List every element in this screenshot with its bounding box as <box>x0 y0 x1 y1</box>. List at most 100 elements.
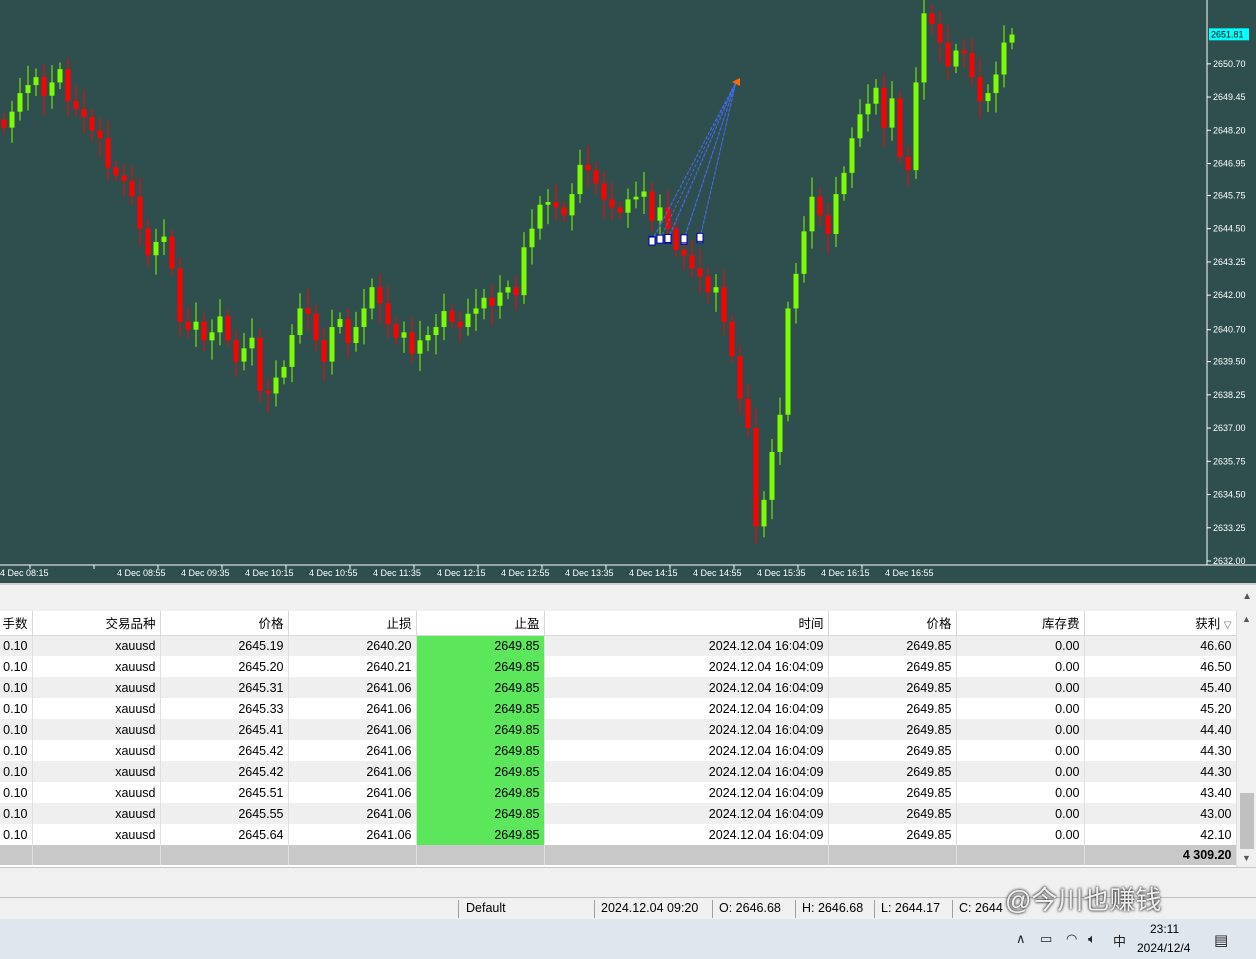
cell-swap: 0.00 <box>956 635 1085 656</box>
trade-rows: 0.10 xauusd 2645.19 2640.20 2649.85 2024.12.0… <box>0 635 1237 865</box>
candle-body <box>585 164 591 171</box>
y-tick-label: 2645.75 <box>1213 190 1246 200</box>
candle-body <box>249 337 255 349</box>
y-tick-label: 2649.45 <box>1213 92 1246 102</box>
cell-take-profit: 2649.85 <box>416 635 545 656</box>
total-empty-cell <box>544 845 829 865</box>
notification-icon[interactable]: ▤ <box>1214 931 1228 949</box>
cell-close-time: 2024.12.04 16:04:09 <box>544 803 829 824</box>
candle-body <box>73 101 79 110</box>
table-row[interactable]: 0.10 xauusd 2645.42 2641.06 2649.85 2024.12.0… <box>0 761 1237 782</box>
candle-body <box>225 316 231 341</box>
candle-body <box>1 119 7 128</box>
candle-body <box>457 321 463 328</box>
trade-connector-line <box>651 81 737 242</box>
cell-volume: 0.10 <box>0 761 33 782</box>
price-chart[interactable]: 2650.70 2649.45 2648.20 2646.95 2645.75 2644.… <box>0 0 1256 583</box>
col-header-profit[interactable]: 获利 ▽ <box>1084 611 1237 636</box>
watermark-text: @今川也赚钱 <box>1005 885 1162 915</box>
candle-body <box>929 13 935 24</box>
candle-body <box>529 228 535 248</box>
table-row[interactable]: 0.10 xauusd 2645.20 2640.21 2649.85 2024.12.0… <box>0 656 1237 677</box>
candle-body <box>41 77 47 96</box>
candle-body <box>761 499 767 527</box>
candle-body <box>489 297 495 306</box>
scroll-down-arrow-icon[interactable]: ▼ <box>1242 853 1251 863</box>
candle-body <box>273 377 279 394</box>
table-row[interactable]: 0.10 xauusd 2645.41 2641.06 2649.85 2024.12.0… <box>0 719 1237 740</box>
clock-date[interactable]: 2024/12/4 <box>1137 941 1190 955</box>
candle-body <box>857 114 863 139</box>
scroll-up-icon[interactable]: ▲ <box>1242 591 1252 602</box>
table-row[interactable]: 0.10 xauusd 2645.55 2641.06 2649.85 2024.12.0… <box>0 803 1237 824</box>
table-row[interactable]: 0.10 xauusd 2645.51 2641.06 2649.85 2024.12.0… <box>0 782 1237 803</box>
cell-profit: 44.30 <box>1084 740 1237 761</box>
cell-profit: 43.40 <box>1084 782 1237 803</box>
table-scrollbar[interactable]: ▲ ▼ <box>1236 611 1256 867</box>
col-header-volume[interactable]: 手数 <box>0 611 33 636</box>
battery-icon[interactable]: ▭ <box>1040 931 1052 947</box>
scroll-up-arrow-icon[interactable]: ▲ <box>1242 614 1251 624</box>
scrollbar-thumb[interactable] <box>1240 793 1254 849</box>
candle-body <box>505 287 511 293</box>
candle-body <box>537 204 543 229</box>
cell-swap: 0.00 <box>956 782 1085 803</box>
total-empty-cell <box>416 845 545 865</box>
current-price-label: 2651.81 <box>1211 29 1244 39</box>
trade-history-panel: 手数 交易品种 价格 止损 止盈 时间 价格 库存费 获利 ▽ 0.10 xauu… <box>0 611 1256 867</box>
candle-body <box>793 273 799 309</box>
cell-close-price: 2649.85 <box>828 740 957 761</box>
cell-close-price: 2649.85 <box>828 782 957 803</box>
x-tick-label: 4 Dec 16:15 <box>821 568 870 578</box>
cell-volume: 0.10 <box>0 677 33 698</box>
candle-body <box>809 196 815 232</box>
candle-body <box>889 98 895 128</box>
cell-take-profit: 2649.85 <box>416 782 545 803</box>
x-tick-label: 4 Dec 10:55 <box>309 568 358 578</box>
clock-time[interactable]: 23:11 <box>1150 922 1179 936</box>
col-header-close-time[interactable]: 时间 <box>544 611 829 636</box>
cell-profit: 45.40 <box>1084 677 1237 698</box>
volume-icon[interactable]: 🔈︎ <box>1088 931 1096 947</box>
y-tick-label: 2632.00 <box>1213 556 1246 566</box>
status-profile[interactable]: Default <box>466 901 506 915</box>
cell-stop-loss: 2641.06 <box>288 698 417 719</box>
x-tick-label: 4 Dec 12:15 <box>437 568 486 578</box>
table-row[interactable]: 0.10 xauusd 2645.31 2641.06 2649.85 2024.12.0… <box>0 677 1237 698</box>
table-row[interactable]: 0.10 xauusd 2645.19 2640.20 2649.85 2024.12.0… <box>0 635 1237 656</box>
candle-body <box>649 191 655 221</box>
col-header-symbol[interactable]: 交易品种 <box>32 611 161 636</box>
candle-body <box>513 287 519 296</box>
total-empty-cell <box>160 845 289 865</box>
col-header-stop-loss[interactable]: 止损 <box>288 611 417 636</box>
y-tick-label: 2643.25 <box>1213 257 1246 267</box>
table-row[interactable]: 0.10 xauusd 2645.42 2641.06 2649.85 2024.12.0… <box>0 740 1237 761</box>
cell-stop-loss: 2641.06 <box>288 719 417 740</box>
candle-body <box>921 13 927 83</box>
wifi-icon[interactable]: ◠ <box>1066 931 1077 947</box>
trade-exit-marker <box>732 78 740 86</box>
cell-close-price: 2649.85 <box>828 677 957 698</box>
candle-body <box>497 292 503 306</box>
cell-close-price: 2649.85 <box>828 698 957 719</box>
candle-body <box>241 348 247 362</box>
col-header-close-price[interactable]: 价格 <box>828 611 957 636</box>
chevron-up-icon[interactable]: ∧ <box>1016 931 1026 947</box>
cell-open-price: 2645.42 <box>160 761 289 782</box>
table-row[interactable]: 0.10 xauusd 2645.64 2641.06 2649.85 2024.12.0… <box>0 824 1237 845</box>
col-header-profit-label: 获利 <box>1195 617 1221 632</box>
candle-body <box>393 324 399 338</box>
cell-open-price: 2645.51 <box>160 782 289 803</box>
col-header-swap[interactable]: 库存费 <box>956 611 1085 636</box>
table-row[interactable]: 0.10 xauusd 2645.33 2641.06 2649.85 2024.12.0… <box>0 698 1237 719</box>
col-header-take-profit[interactable]: 止盈 <box>416 611 545 636</box>
candle-body <box>705 276 711 293</box>
cell-volume: 0.10 <box>0 635 33 656</box>
cell-take-profit: 2649.85 <box>416 698 545 719</box>
ime-indicator[interactable]: 中 <box>1113 931 1126 950</box>
candle-body <box>785 308 791 415</box>
y-tick-label: 2634.50 <box>1213 490 1246 500</box>
panel-splitter[interactable]: ▲ <box>0 583 1256 611</box>
cell-swap: 0.00 <box>956 698 1085 719</box>
col-header-open-price[interactable]: 价格 <box>160 611 289 636</box>
